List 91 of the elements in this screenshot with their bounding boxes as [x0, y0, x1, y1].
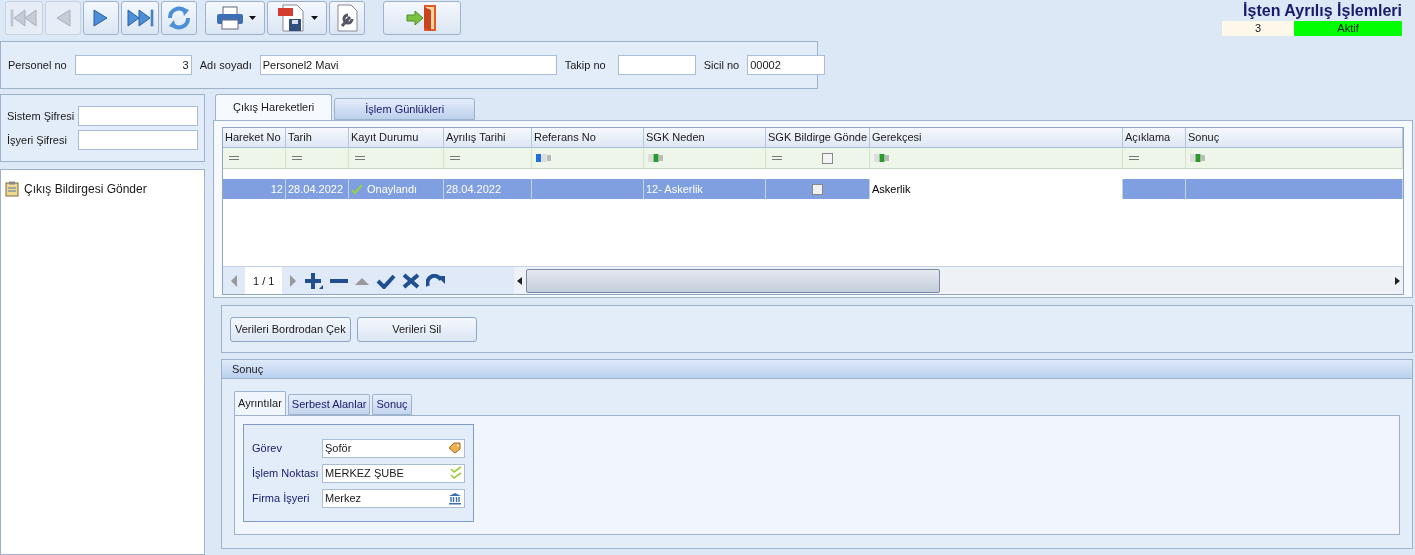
print-button[interactable] [205, 1, 265, 35]
equals-filter-icon[interactable] [355, 155, 365, 161]
double-check-icon[interactable] [450, 466, 462, 480]
caret-icon [248, 16, 256, 20]
input-field[interactable]: 00002 [747, 55, 826, 75]
column-header[interactable]: Tarih [286, 128, 349, 147]
table-cell: 28.04.2022 [444, 179, 532, 199]
first-icon [9, 7, 39, 29]
column-header[interactable]: Hareket No [223, 128, 286, 147]
cancel-icon[interactable] [402, 272, 421, 289]
field-label: İşyeri Şifresi [7, 132, 67, 148]
field-label: Adı soyadı [199, 57, 252, 73]
text-filter-icon[interactable] [648, 154, 664, 162]
refresh-button[interactable] [161, 1, 197, 35]
panel-header: Sonuç [222, 360, 1412, 379]
settings-button[interactable] [329, 1, 365, 35]
table-cell: 12 [223, 179, 286, 199]
text-filter-icon[interactable] [874, 154, 890, 162]
redo-icon[interactable] [426, 273, 447, 288]
bank-icon[interactable] [448, 491, 462, 505]
last-icon [125, 7, 155, 29]
equals-filter-icon[interactable] [772, 155, 782, 161]
action-button[interactable]: Verileri Bordrodan Çek [230, 316, 351, 342]
printer-icon [214, 5, 245, 31]
field-label: Firma İşyeri [252, 490, 310, 506]
horizontal-scrollbar[interactable] [514, 267, 1403, 294]
exit-button[interactable] [383, 1, 461, 35]
tag-icon[interactable] [448, 442, 462, 454]
field-label: Takip no [564, 57, 606, 73]
add-icon[interactable] [304, 271, 325, 290]
up-icon[interactable] [354, 275, 371, 286]
equals-filter-icon[interactable] [292, 155, 302, 161]
input-field[interactable] [617, 55, 696, 75]
status-label: Aktif [1294, 21, 1402, 36]
clipboard-icon [5, 181, 19, 197]
column-header[interactable]: Sonuç [1186, 128, 1403, 147]
password-field[interactable] [78, 106, 198, 126]
filter-checkbox[interactable] [822, 152, 833, 164]
tab[interactable]: Çıkış Hareketleri [215, 94, 333, 120]
page-indicator: 1 / 1 [245, 267, 283, 294]
exit-door-icon [405, 4, 439, 32]
lookup-field[interactable]: Şoför [322, 438, 465, 458]
table-row[interactable]: 12 28.04.2022 Onaylandı 28.04.2022 12- Askerlik Askerlik [223, 179, 1403, 199]
field-label: Sistem Şifresi [7, 108, 75, 124]
next-button[interactable] [83, 1, 119, 35]
wrench-document-icon [334, 4, 360, 32]
column-header[interactable]: Referans No [532, 128, 644, 147]
record-count: 3 [1222, 21, 1294, 36]
text-filter-icon[interactable] [1190, 154, 1206, 162]
column-header[interactable]: Açıklama [1123, 128, 1186, 147]
check-icon[interactable] [376, 272, 397, 289]
scrollbar-thumb[interactable] [526, 268, 941, 293]
previous-icon[interactable] [229, 273, 239, 288]
check-icon [351, 183, 363, 195]
page-title: İşten Ayrılış İşlemleri [1243, 1, 1402, 21]
column-header[interactable]: SGK Neden [644, 128, 766, 147]
column-header[interactable]: Kayıt Durumu [349, 128, 444, 147]
row-checkbox[interactable] [812, 183, 823, 195]
tab[interactable]: Serbest Alanlar [287, 394, 371, 415]
tab[interactable]: Sonuç [372, 394, 412, 415]
equals-filter-icon[interactable] [450, 155, 460, 161]
refresh-icon [165, 5, 193, 31]
status-text: Onaylandı [367, 181, 418, 197]
column-header[interactable]: Gerekçesi [870, 128, 1123, 147]
equals-filter-icon[interactable] [1129, 155, 1139, 161]
password-field[interactable] [78, 130, 198, 150]
pdf-save-icon [276, 4, 307, 32]
field-label: Personel no [8, 57, 67, 73]
tab[interactable]: İşlem Günlükleri [334, 98, 476, 120]
remove-icon[interactable] [330, 277, 349, 284]
action-button[interactable]: Verileri Sil [356, 316, 477, 342]
table-cell-editor[interactable]: Askerlik [870, 179, 1123, 199]
tree-item[interactable]: Çıkış Bildirgesi Gönder [5, 180, 200, 198]
column-header[interactable]: Ayrılış Tarihi [444, 128, 532, 147]
field-label: Görev [252, 440, 282, 456]
caret-icon [310, 16, 318, 20]
equals-filter-icon[interactable] [229, 155, 239, 161]
input-field[interactable]: Personel2 Mavi [259, 55, 557, 75]
pdf-button[interactable] [267, 1, 327, 35]
field-label: Sicil no [703, 57, 740, 73]
table-cell: 12- Askerlik [644, 179, 766, 199]
lookup-field[interactable]: Merkez [322, 488, 465, 508]
field-label: İşlem Noktası [252, 465, 319, 481]
lookup-field[interactable]: MERKEZ ŞUBE [322, 463, 465, 483]
input-field[interactable]: 3 [74, 55, 192, 75]
text-filter-icon[interactable] [536, 154, 552, 162]
next-icon[interactable] [288, 273, 299, 288]
tab[interactable]: Ayrıntılar [234, 391, 286, 415]
column-header[interactable]: SGK Bildirge Gönde [766, 128, 870, 147]
last-button[interactable] [121, 1, 159, 35]
table-cell: 28.04.2022 [286, 179, 349, 199]
